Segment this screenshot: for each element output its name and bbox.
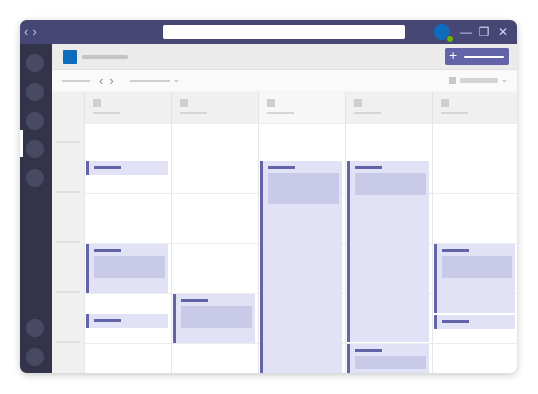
day-header-today[interactable] [258,92,345,123]
calendar-event[interactable] [86,161,168,175]
event-title-placeholder [94,249,121,252]
calendar-event[interactable] [260,161,342,373]
rail-item-7[interactable] [26,348,44,366]
chevron-down-icon[interactable]: ⌄ [173,75,180,85]
event-title-placeholder [94,319,121,322]
rail-item-2[interactable] [26,83,44,101]
calendar-view-icon [449,77,456,84]
calendar-event[interactable] [347,344,429,373]
event-title-placeholder [355,349,382,352]
back-icon[interactable]: ‹ [24,23,32,41]
app-title-placeholder [82,55,128,59]
calendar-grid [52,92,517,373]
view-chevron-down-icon[interactable]: ⌄ [501,75,508,85]
event-title-placeholder [355,166,382,169]
event-details-placeholder [181,306,252,328]
app-rail [20,44,52,373]
time-label [56,291,80,293]
minimize-icon[interactable]: — [459,23,473,41]
day-header[interactable] [432,92,517,123]
day-number-placeholder [180,99,188,107]
view-switcher[interactable] [460,78,498,83]
calendar-event[interactable] [86,314,168,328]
plus-icon: + [449,47,458,63]
day-number-placeholder [354,99,362,107]
new-meeting-label-placeholder [464,56,504,58]
app-window: ‹› — ❐ ✕ + ‹› ⌄ ⌄ [20,20,517,373]
presence-status-icon [446,35,454,43]
day-name-placeholder [180,112,207,114]
date-range-picker[interactable] [130,80,170,82]
grid-divider [345,123,346,373]
rail-active-indicator [20,130,23,157]
rail-item-6[interactable] [26,319,44,337]
day-header[interactable] [84,92,171,123]
week-nav: ‹› [99,71,120,90]
event-details-placeholder [355,173,426,195]
calendar-event[interactable] [347,161,429,342]
rail-item-3[interactable] [26,112,44,130]
app-header: + [52,44,517,70]
grid-divider [84,123,85,373]
time-label [56,241,80,243]
event-title-placeholder [268,166,295,169]
time-label [56,341,80,343]
rail-item-5[interactable] [26,169,44,187]
calendar-toolbar: ‹› ⌄ ⌄ [52,70,517,91]
event-title-placeholder [442,320,469,323]
time-label [56,191,80,193]
previous-week-icon[interactable]: ‹ [99,73,109,88]
grid-divider [84,123,517,124]
day-name-placeholder [93,112,120,114]
day-number-placeholder [93,99,101,107]
day-header[interactable] [171,92,258,123]
calendar-event[interactable] [434,244,515,313]
today-button[interactable] [62,80,90,82]
close-icon[interactable]: ✕ [496,23,510,41]
event-details-placeholder [355,356,426,369]
day-number-placeholder [267,99,275,107]
day-name-placeholder [441,112,468,114]
rail-item-4[interactable] [26,140,44,158]
day-header[interactable] [345,92,432,123]
event-details-placeholder [94,256,165,278]
event-title-placeholder [181,299,208,302]
maximize-icon[interactable]: ❐ [477,23,491,41]
forward-icon[interactable]: › [32,23,40,41]
time-column [52,92,84,373]
grid-divider [258,123,259,373]
next-week-icon[interactable]: › [109,73,119,88]
grid-divider [432,123,433,373]
event-details-placeholder [268,173,339,204]
event-details-placeholder [442,256,512,278]
calendar-app-icon [63,50,77,64]
calendar-event[interactable] [173,294,255,343]
event-title-placeholder [442,249,469,252]
rail-item-1[interactable] [26,54,44,72]
history-nav: ‹› [24,23,41,41]
title-bar: ‹› — ❐ ✕ [20,20,517,44]
day-name-placeholder [354,112,381,114]
new-meeting-button[interactable]: + [445,47,509,65]
time-label [56,141,80,143]
grid-divider [171,123,172,373]
day-number-placeholder [441,99,449,107]
day-name-placeholder [267,112,294,114]
calendar-event[interactable] [434,315,515,329]
search-input[interactable] [163,25,405,39]
calendar-event[interactable] [86,244,168,293]
event-title-placeholder [94,166,121,169]
